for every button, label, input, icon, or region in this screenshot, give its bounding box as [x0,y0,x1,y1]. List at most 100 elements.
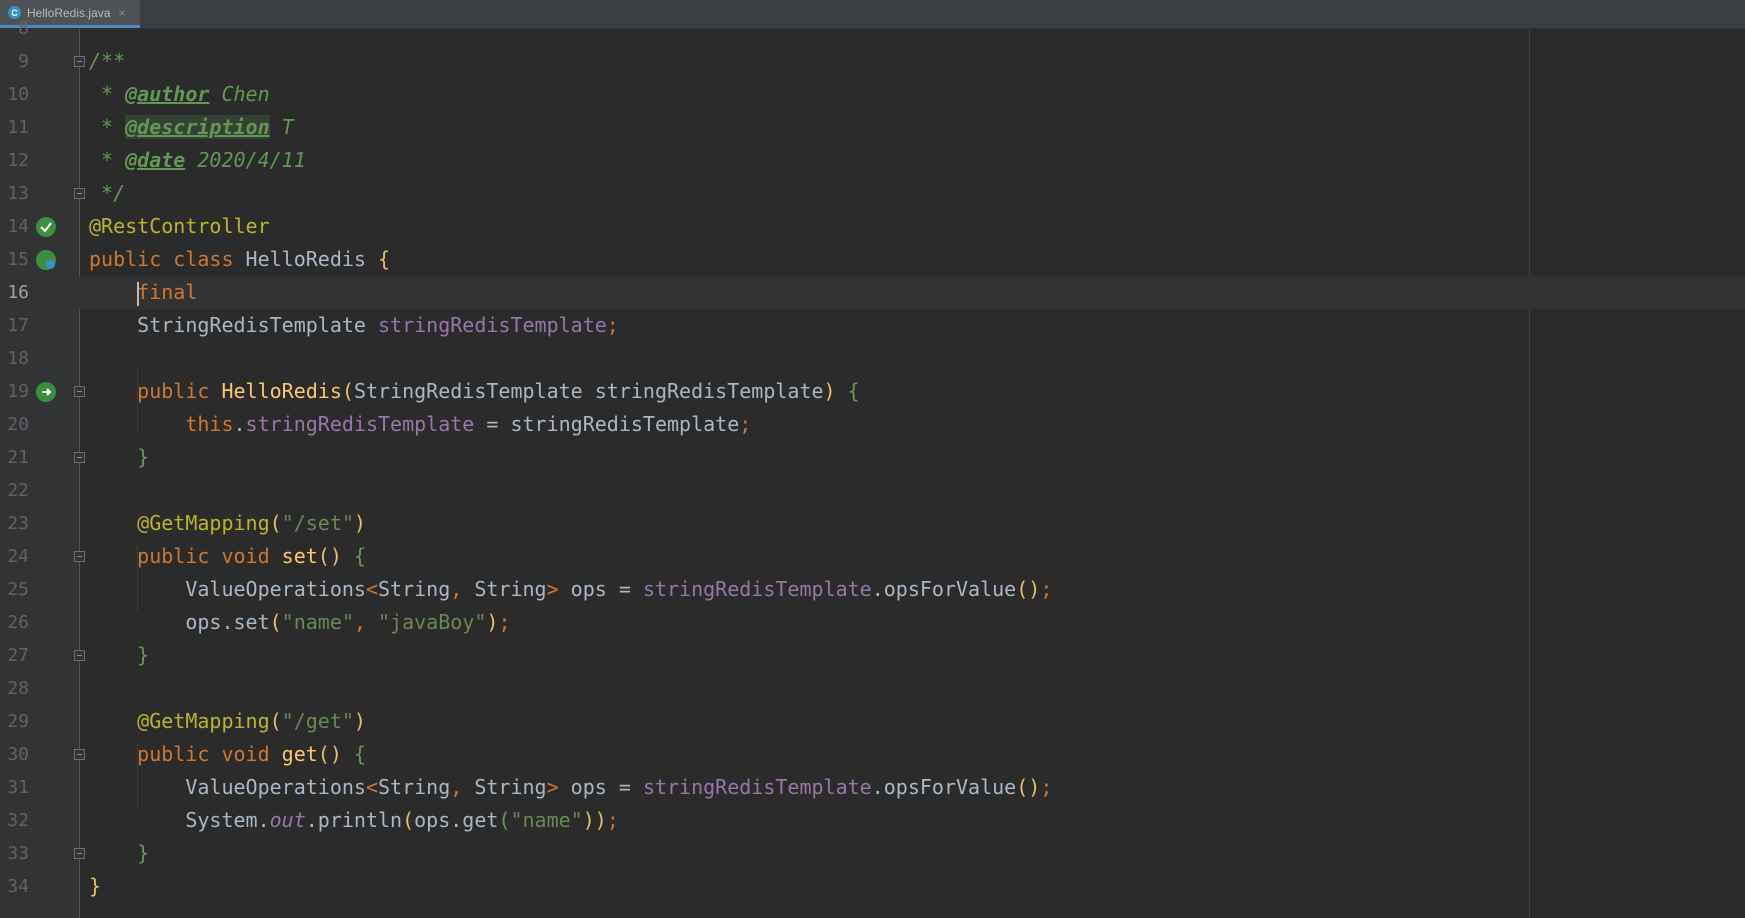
annotation: @GetMapping [137,709,270,733]
brace: { [378,247,391,271]
code-line[interactable]: 34 } [0,870,1745,903]
doc-comment: * [89,82,126,106]
spring-bean-class-icon[interactable] [36,250,56,270]
spring-autowire-icon[interactable] [36,382,56,402]
line-number: 22 [7,480,29,501]
type-name: String [378,577,451,601]
code-line[interactable]: 26 ops.set("name", "javaBoy"); [0,606,1745,639]
class-name: HelloRedis [245,247,378,271]
code-line[interactable]: 28 [0,672,1745,705]
code-line[interactable]: 17 StringRedisTemplate stringRedisTempla… [0,309,1745,342]
fold-marker-icon[interactable] [74,188,85,199]
fold-marker-icon[interactable] [74,551,85,562]
type-name: ValueOperations [185,775,366,799]
comma: , [450,577,475,601]
code-line[interactable]: 21 } [0,441,1745,474]
annotation: @RestController [89,214,270,238]
line-number: 19 [7,381,29,402]
fold-marker-icon[interactable] [74,749,85,760]
code-editor[interactable]: 8 9 /** 10 * @author Chen 11 * @descript… [0,18,1745,918]
type-name: String [474,577,547,601]
code-line[interactable]: 10 * @author Chen [0,78,1745,111]
method-call: ops.get [414,808,499,832]
paren: ) [353,511,366,535]
fold-marker-icon[interactable] [74,650,85,661]
code-line[interactable]: 14 @RestController [0,210,1745,243]
code-line[interactable]: 9 /** [0,45,1745,78]
type-name: String [378,775,451,799]
code-line[interactable]: 32 System.out.println(ops.get("name")); [0,804,1745,837]
doc-comment: */ [89,181,126,205]
line-number: 29 [7,711,29,732]
doc-tag: @description [125,115,270,139]
paren: ( [498,808,511,832]
line-number: 8 [18,18,29,39]
doc-tag: @author [125,82,210,106]
line-number: 25 [7,579,29,600]
fold-marker-icon[interactable] [74,386,85,397]
keyword: this [185,412,234,436]
field-name: stringRedisTemplate [642,577,872,601]
line-number: 12 [7,150,29,171]
method-name: HelloRedis [221,379,342,403]
code-line[interactable]: 13 */ [0,177,1745,210]
variable: ops = [558,775,643,799]
paren: () [1016,577,1041,601]
string: "javaBoy" [378,610,487,634]
code-line[interactable]: 30 public void get() { [0,738,1745,771]
code-line[interactable]: 27 } [0,639,1745,672]
code-line[interactable]: 8 [0,12,1745,45]
keyword: public void [137,742,282,766]
type-name: ValueOperations [185,577,366,601]
fold-marker-icon[interactable] [74,848,85,859]
code-line-current[interactable]: 16 final [0,276,1745,309]
paren: ) [486,610,499,634]
code-line[interactable]: 18 [0,342,1745,375]
code-line[interactable]: 31 ValueOperations<String, String> ops =… [0,771,1745,804]
assignment: = stringRedisTemplate [474,412,740,436]
code-line[interactable]: 33 } [0,837,1745,870]
dot: . [233,412,246,436]
line-number: 33 [7,843,29,864]
code-line[interactable]: 25 ValueOperations<String, String> ops =… [0,573,1745,606]
doc-comment: /** [89,49,126,73]
line-number: 17 [7,315,29,336]
fold-marker-icon[interactable] [74,56,85,67]
code-line[interactable]: 29 @GetMapping("/get") [0,705,1745,738]
paren: ( [341,379,354,403]
code-line[interactable]: 24 public void set() { [0,540,1745,573]
code-line[interactable]: 15 public class HelloRedis { [0,243,1745,276]
code-line[interactable]: 20 this.stringRedisTemplate = stringRedi… [0,408,1745,441]
doc-comment: T [269,115,294,139]
code-line[interactable]: 19 public HelloRedis(StringRedisTemplate… [0,375,1745,408]
doc-comment: * [89,148,126,172]
code-line[interactable]: 11 * @description T [0,111,1745,144]
line-number: 31 [7,777,29,798]
angle-bracket: < [365,577,378,601]
code-line[interactable]: 12 * @date 2020/4/11 [0,144,1745,177]
line-number: 28 [7,678,29,699]
keyword: public void [137,544,282,568]
paren: ( [402,808,415,832]
doc-tag: @date [125,148,186,172]
angle-bracket: > [546,577,559,601]
line-number: 16 [7,282,29,303]
type-name: StringRedisTemplate [137,313,378,337]
code-line[interactable]: 22 [0,474,1745,507]
paren: ) [823,379,848,403]
brace: } [137,841,150,865]
code-line[interactable]: 23 @GetMapping("/set") [0,507,1745,540]
brace: } [137,445,150,469]
doc-comment: * [89,115,126,139]
doc-comment: 2020/4/11 [185,148,306,172]
spring-bean-icon[interactable] [36,217,56,237]
brace: { [353,544,366,568]
fold-marker-icon[interactable] [74,452,85,463]
line-number: 21 [7,447,29,468]
brace: } [89,874,102,898]
line-number: 27 [7,645,29,666]
comma: , [353,610,379,634]
paren: ( [269,709,282,733]
line-number: 10 [7,84,29,105]
semicolon: ; [606,808,619,832]
